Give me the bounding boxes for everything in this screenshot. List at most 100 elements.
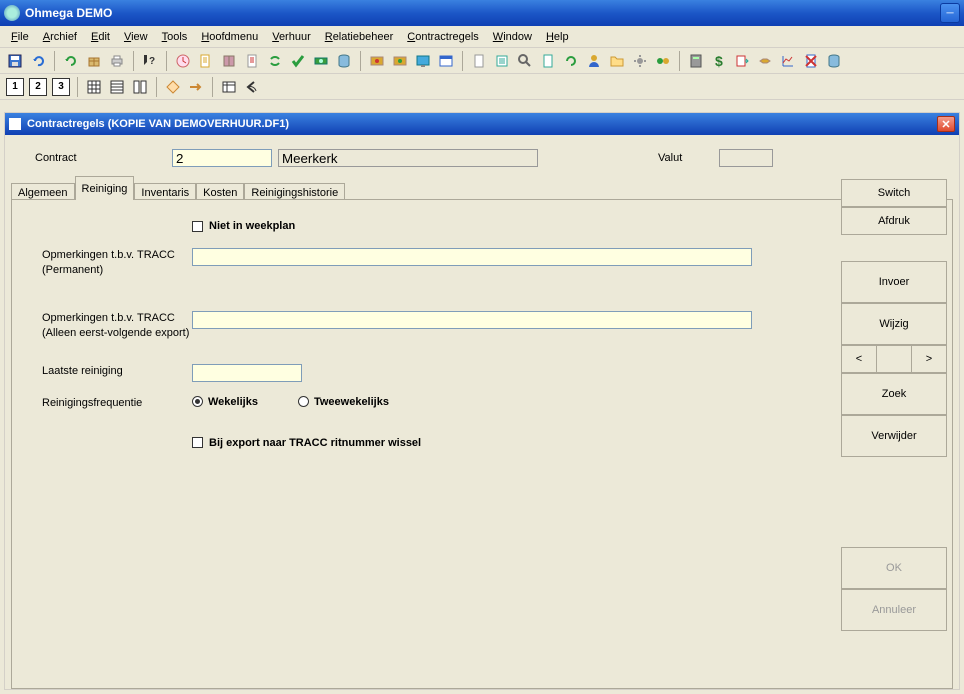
switch-button[interactable]: Switch (841, 179, 947, 207)
send-icon[interactable] (185, 76, 207, 98)
db-icon[interactable] (333, 50, 355, 72)
window-icon[interactable] (435, 50, 457, 72)
help-icon[interactable]: ? (139, 50, 161, 72)
grid2-icon[interactable] (106, 76, 128, 98)
num2-button[interactable]: 2 (27, 76, 49, 98)
tweewekelijks-radio[interactable] (298, 396, 309, 407)
zoek-button[interactable]: Zoek (841, 373, 947, 415)
save-icon[interactable] (4, 50, 26, 72)
print-icon[interactable] (106, 50, 128, 72)
menu-window[interactable]: Window (486, 28, 539, 46)
handshake-icon[interactable] (754, 50, 776, 72)
valut-field (719, 149, 773, 167)
search-icon[interactable] (514, 50, 536, 72)
doc2-icon[interactable] (537, 50, 559, 72)
tab-panel: Niet in weekplan Opmerkingen t.b.v. TRAC… (11, 199, 953, 689)
niet-weekplan-checkbox[interactable] (192, 221, 203, 232)
toolbar-main: ? $ (0, 48, 964, 74)
grid3-icon[interactable] (129, 76, 151, 98)
menu-file[interactable]: File (4, 28, 36, 46)
opm-permanent-field[interactable] (192, 248, 752, 266)
link-icon[interactable] (652, 50, 674, 72)
menu-hoofdmenu[interactable]: Hoofdmenu (194, 28, 265, 46)
freq-label: Reinigingsfrequentie (42, 396, 192, 411)
menu-bar: File Archief Edit View Tools Hoofdmenu V… (0, 26, 964, 48)
dollar-icon[interactable]: $ (708, 50, 730, 72)
wijzig-button[interactable]: Wijzig (841, 303, 947, 345)
folder-icon[interactable] (606, 50, 628, 72)
menu-verhuur[interactable]: Verhuur (265, 28, 318, 46)
opm-eerst-label: Opmerkingen t.b.v. TRACC (Alleen eerst-v… (42, 311, 192, 342)
screen-icon[interactable] (412, 50, 434, 72)
refresh-icon[interactable] (60, 50, 82, 72)
valut-label: Valut (658, 152, 713, 164)
camera-icon[interactable] (389, 50, 411, 72)
chart-icon[interactable] (777, 50, 799, 72)
laatste-label: Laatste reiniging (42, 364, 192, 379)
minimize-button[interactable]: ─ (940, 3, 960, 23)
opm-permanent-label: Opmerkingen t.b.v. TRACC (Permanent) (42, 248, 192, 279)
annuleer-button[interactable]: Annuleer (841, 589, 947, 631)
export-wissel-label: Bij export naar TRACC ritnummer wissel (209, 437, 421, 449)
delete-icon[interactable] (800, 50, 822, 72)
contract-name-field (278, 149, 538, 167)
menu-relatiebeheer[interactable]: Relatiebeheer (318, 28, 401, 46)
menu-view[interactable]: View (117, 28, 155, 46)
opm-eerst-field[interactable] (192, 311, 752, 329)
app-titlebar: Ohmega DEMO ─ (0, 0, 964, 26)
note-icon[interactable] (195, 50, 217, 72)
close-button[interactable]: ✕ (937, 116, 955, 132)
svg-text:$: $ (715, 53, 723, 69)
toolbar-secondary: 1 2 3 (0, 74, 964, 100)
book-icon[interactable] (218, 50, 240, 72)
wekelijks-radio[interactable] (192, 396, 203, 407)
user-icon[interactable] (583, 50, 605, 72)
money-icon[interactable] (310, 50, 332, 72)
diamond-icon[interactable] (162, 76, 184, 98)
back-icon[interactable] (241, 76, 263, 98)
invoer-button[interactable]: Invoer (841, 261, 947, 303)
subwindow-title: Contractregels (KOPIE VAN DEMOVERHUUR.DF… (27, 118, 937, 130)
menu-help[interactable]: Help (539, 28, 576, 46)
nav-spacer (877, 345, 911, 373)
record-icon[interactable] (366, 50, 388, 72)
doc-icon[interactable] (241, 50, 263, 72)
menu-contractregels[interactable]: Contractregels (400, 28, 486, 46)
niet-weekplan-label: Niet in weekplan (209, 220, 295, 232)
subwindow: Contractregels (KOPIE VAN DEMOVERHUUR.DF… (4, 112, 960, 690)
next-button[interactable]: > (911, 345, 947, 373)
subwindow-titlebar: Contractregels (KOPIE VAN DEMOVERHUUR.DF… (5, 113, 959, 135)
wekelijks-label: Wekelijks (208, 396, 258, 408)
grid1-icon[interactable] (83, 76, 105, 98)
gear-icon[interactable] (629, 50, 651, 72)
menu-archief[interactable]: Archief (36, 28, 84, 46)
list-icon[interactable] (491, 50, 513, 72)
calc-icon[interactable] (685, 50, 707, 72)
svg-text:?: ? (149, 56, 155, 67)
clock-icon[interactable] (172, 50, 194, 72)
menu-edit[interactable]: Edit (84, 28, 117, 46)
undo-icon[interactable] (27, 50, 49, 72)
refresh2-icon[interactable] (264, 50, 286, 72)
ok-button[interactable]: OK (841, 547, 947, 589)
table-icon[interactable] (218, 76, 240, 98)
reload-icon[interactable] (560, 50, 582, 72)
laatste-field[interactable] (192, 364, 302, 382)
tab-reiniging[interactable]: Reiniging (75, 176, 135, 200)
subwindow-icon (9, 118, 21, 130)
contract-num-field[interactable] (172, 149, 272, 167)
export-wissel-checkbox[interactable] (192, 437, 203, 448)
app-title: Ohmega DEMO (25, 6, 940, 20)
menu-tools[interactable]: Tools (155, 28, 195, 46)
verwijder-button[interactable]: Verwijder (841, 415, 947, 457)
tweewekelijks-label: Tweewekelijks (314, 396, 389, 408)
afdruk-button[interactable]: Afdruk (841, 207, 947, 235)
check-icon[interactable] (287, 50, 309, 72)
package-icon[interactable] (83, 50, 105, 72)
db2-icon[interactable] (823, 50, 845, 72)
num3-button[interactable]: 3 (50, 76, 72, 98)
export-icon[interactable] (731, 50, 753, 72)
report-icon[interactable] (468, 50, 490, 72)
num1-button[interactable]: 1 (4, 76, 26, 98)
prev-button[interactable]: < (841, 345, 877, 373)
